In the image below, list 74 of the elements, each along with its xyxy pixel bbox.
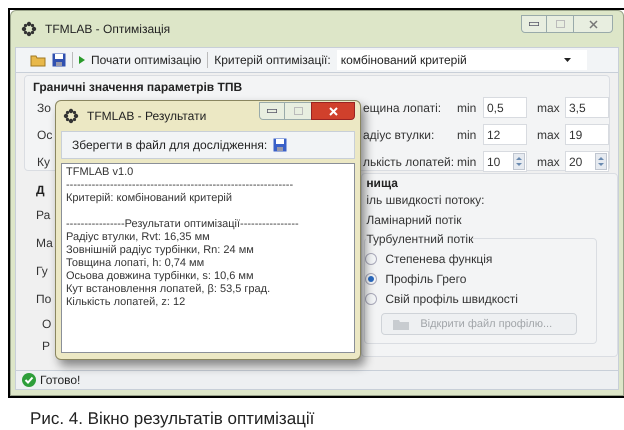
result-line: --------------------------------------------------------------: [66, 179, 294, 192]
input-field[interactable]: 0,5: [483, 97, 527, 118]
field-label: Ку: [37, 154, 50, 170]
window-title: TFMLAB - Оптимізація: [45, 21, 170, 38]
field-label: Ос: [37, 126, 52, 144]
max-label: max: [536, 126, 561, 144]
field-label: О: [42, 316, 52, 333]
max-label: max: [536, 154, 561, 170]
minimize-icon: [267, 109, 277, 113]
result-line: Кількість лопатей, z: 12: [66, 296, 186, 309]
min-label: min: [457, 154, 478, 170]
logo-icon: [21, 21, 37, 37]
spinner-arrows-icon[interactable]: [595, 153, 607, 170]
folder-icon[interactable]: [30, 53, 46, 67]
minimize-icon: [529, 22, 539, 26]
input-field[interactable]: 3,5: [565, 97, 609, 118]
close-icon: [588, 20, 598, 28]
maximize-icon: [294, 107, 302, 115]
group-title: нища: [366, 176, 398, 190]
logo-icon: [63, 108, 79, 124]
minimize-button[interactable]: [521, 15, 547, 33]
group-title: Граничні значення параметрів ТПВ: [33, 79, 242, 96]
result-line: ----------------Результати оптимізації----------------: [66, 218, 299, 231]
group-title: Д: [36, 182, 45, 199]
result-line: Осьова довжина турбінки, s: 10,6 мм: [66, 270, 254, 283]
radio-option[interactable]: Профіль Грего: [365, 269, 596, 289]
radio-option[interactable]: Свій профіль швидкості: [365, 289, 596, 309]
field-label: лькість лопатей:: [363, 154, 454, 168]
input-field[interactable]: 19: [565, 124, 609, 145]
field-label: Гу: [36, 263, 48, 280]
close-icon: [328, 106, 338, 116]
field-label: адіус втулки:: [363, 128, 434, 142]
play-icon: [79, 56, 85, 64]
field-label: Р: [42, 338, 50, 355]
check-icon: [22, 373, 36, 387]
field-label: ещина лопаті:: [363, 100, 442, 114]
minimize-button[interactable]: [259, 102, 285, 120]
laminar-option[interactable]: Ламінарний потік: [366, 210, 462, 230]
radio-button[interactable]: [365, 253, 378, 265]
status-text: Готово!: [40, 372, 80, 389]
min-label: min: [457, 100, 478, 116]
min-label: min: [457, 126, 478, 144]
close-button[interactable]: [311, 102, 355, 120]
field-label: По: [36, 291, 52, 308]
maximize-icon: [556, 20, 564, 28]
result-line: Товщина лопаті, h: 0,74 мм: [66, 257, 204, 270]
spinner-arrows-icon[interactable]: [513, 153, 525, 170]
caret-icon: [564, 58, 571, 62]
max-label: max: [536, 100, 561, 116]
start-button[interactable]: Почати оптимізацію: [79, 51, 202, 69]
result-line: TFMLAB v1.0: [66, 166, 134, 179]
close-button[interactable]: [573, 15, 613, 33]
result-line: Радіус втулки, Rvt: 16,35 мм: [66, 231, 210, 244]
field-label: Ма: [36, 235, 53, 252]
radio-button[interactable]: [365, 273, 378, 285]
folder-icon: [392, 317, 410, 331]
criterion-label: Критерій оптимізації:: [214, 52, 331, 69]
criterion-dropdown[interactable]: комбінований критерій: [336, 50, 587, 70]
field-label: Ра: [36, 207, 50, 224]
field-label: Зо: [37, 100, 51, 116]
profile-label: іль швидкості потоку:: [366, 192, 484, 209]
result-line: Кут встановлення лопатей, β: 53,5 град.: [66, 283, 270, 296]
radio-button[interactable]: [365, 293, 378, 305]
window-title: TFMLAB - Результати: [87, 108, 206, 125]
spin-box[interactable]: 20: [565, 151, 609, 172]
input-field[interactable]: 12: [483, 124, 527, 145]
figure-caption: Рис. 4. Вікно результатів оптимізації: [30, 408, 316, 430]
save-label: Зберегти в файл для дослідження:: [72, 137, 268, 154]
save-icon[interactable]: [273, 138, 288, 152]
result-line: Критерій: комбінований критерій: [66, 192, 232, 205]
save-icon[interactable]: [52, 53, 66, 67]
spin-box[interactable]: 10: [483, 151, 527, 172]
radio-option[interactable]: Степенева функція: [365, 249, 596, 269]
result-line: Зовнішній радіус турбінки, Rn: 24 мм: [66, 244, 254, 257]
